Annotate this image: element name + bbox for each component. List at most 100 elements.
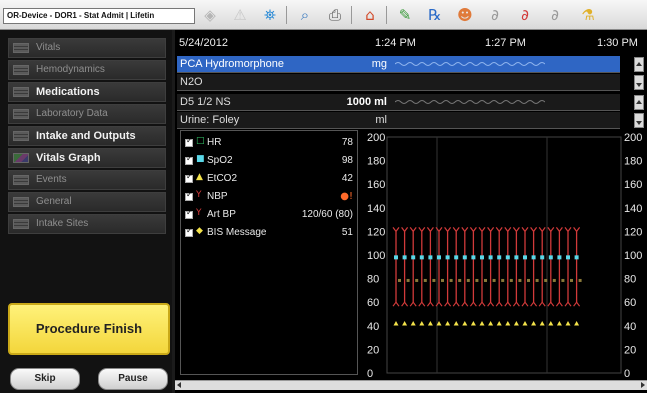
pause-button[interactable]: Pause: [98, 368, 168, 390]
hr-point: [466, 278, 470, 282]
sidebar-item-events[interactable]: Events: [8, 170, 166, 190]
checkbox[interactable]: [185, 190, 193, 201]
spo2-point: [471, 255, 476, 260]
spo2-point: [445, 255, 450, 260]
hr-point: [406, 278, 410, 282]
sidebar-item-vitals-graph[interactable]: Vitals Graph: [8, 148, 166, 168]
hr-point: [441, 278, 444, 282]
scroll-right-icon[interactable]: [641, 382, 645, 388]
pen-icon[interactable]: ✎: [395, 5, 415, 25]
hr-point: [475, 278, 479, 282]
sidebar-item-general[interactable]: General: [8, 192, 166, 212]
med-scroll-down[interactable]: [634, 75, 644, 90]
print-icon[interactable]: ⎙: [325, 5, 345, 25]
y-tick-label-right: 120: [624, 226, 642, 238]
spo2-point: [505, 255, 510, 260]
y-tick-label-right: 160: [624, 179, 642, 191]
list-icon: [13, 109, 29, 119]
sidebar-item-vitals[interactable]: Vitals: [8, 38, 166, 58]
legend-row-spo2[interactable]: ■SpO298: [185, 153, 353, 171]
med-scroll-up[interactable]: [634, 57, 644, 72]
y-tick-label-right: 180: [624, 156, 642, 168]
diamond-icon[interactable]: ◈: [200, 5, 220, 25]
tongue-icon[interactable]: ☻: [455, 5, 475, 25]
search-icon[interactable]: ⌕: [295, 5, 315, 25]
io-scroll-down[interactable]: [634, 113, 644, 128]
y-tick-label-right: 100: [624, 250, 642, 262]
network-icon[interactable]: ⛯: [260, 5, 280, 25]
hr-point: [501, 278, 505, 282]
list-icon: [13, 131, 29, 141]
spo2-point: [557, 255, 562, 260]
lungs-drip-icon[interactable]: ∂: [545, 5, 565, 25]
time-label: 1:27 PM: [485, 37, 526, 49]
list-icon: [13, 87, 29, 97]
warning-icon[interactable]: ⚠: [230, 5, 250, 25]
infusion-wave: [395, 62, 545, 66]
spo2-point: [428, 255, 433, 260]
pills-icon[interactable]: ℞: [425, 5, 445, 25]
spo2-point: [531, 255, 536, 260]
checkbox[interactable]: [185, 154, 193, 165]
lungs-red-icon[interactable]: ∂: [515, 5, 535, 25]
checkbox[interactable]: [185, 226, 193, 237]
y-tick-label-left: 180: [367, 156, 385, 168]
io-scroll-up[interactable]: [634, 95, 644, 110]
y-tick-label-right: 80: [624, 274, 636, 286]
bp-marker-icon: Y: [196, 190, 202, 200]
checkbox[interactable]: [185, 136, 193, 147]
sidebar-item-intake-sites[interactable]: Intake Sites: [8, 214, 166, 234]
toolbar: OR-Device - DOR1 - Stat Admit | Lifetin …: [0, 0, 647, 30]
y-tick-label-right: 40: [624, 321, 636, 333]
hr-point: [527, 278, 530, 282]
triangle-icon: ▲: [196, 172, 203, 182]
hr-point: [484, 278, 487, 282]
y-tick-label-right: 0: [624, 368, 630, 380]
list-icon: [13, 65, 29, 75]
lungs-icon[interactable]: ∂: [485, 5, 505, 25]
y-tick-label-right: 140: [624, 203, 642, 215]
toolbar-separator: [286, 6, 287, 24]
y-tick-label-right: 60: [624, 297, 636, 309]
scroll-left-icon[interactable]: [177, 382, 181, 388]
sidebar-item-laboratory-data[interactable]: Laboratory Data: [8, 104, 166, 124]
spo2-point: [411, 255, 416, 260]
y-tick-label-left: 120: [367, 226, 385, 238]
hr-point: [492, 278, 496, 282]
legend-row-etco2[interactable]: ▲EtCO242: [185, 171, 353, 189]
hr-point: [423, 278, 427, 282]
medication-row[interactable]: N2O: [177, 74, 620, 91]
checkbox[interactable]: [185, 208, 193, 219]
y-tick-label-right: 20: [624, 344, 636, 356]
square-icon: ■: [196, 154, 205, 164]
intake-row[interactable]: D5 1/2 NS 1000 ml: [177, 94, 620, 111]
bp-marker-icon: Y: [196, 208, 202, 218]
hr-point: [544, 278, 548, 282]
medication-row[interactable]: PCA Hydromorphone mg: [177, 56, 620, 73]
spo2-point: [437, 255, 441, 260]
legend-row-nbp[interactable]: YNBP●!: [185, 189, 353, 207]
checkbox[interactable]: [185, 172, 193, 183]
flask-icon[interactable]: ⚗: [578, 5, 598, 25]
legend-row-hr[interactable]: □HR78: [185, 135, 353, 153]
alert-icon: ●!: [340, 191, 353, 202]
legend-row-bis[interactable]: ◆BIS Message51: [185, 225, 353, 243]
list-icon: [13, 197, 29, 207]
sidebar-item-medications[interactable]: Medications: [8, 82, 166, 102]
legend-row-art-bp[interactable]: YArt BP120/60 (80): [185, 207, 353, 225]
sidebar-item-hemodynamics[interactable]: Hemodynamics: [8, 60, 166, 80]
toolbar-separator: [351, 6, 352, 24]
hr-point: [415, 278, 419, 282]
sidebar-item-intake-and-outputs[interactable]: Intake and Outputs: [8, 126, 166, 146]
hr-point: [449, 278, 453, 282]
list-icon: [13, 43, 29, 53]
toolbar-separator: [386, 6, 387, 24]
horizontal-scrollbar[interactable]: [175, 380, 647, 390]
time-label: 1:24 PM: [375, 37, 416, 49]
skip-button[interactable]: Skip: [10, 368, 80, 390]
output-row[interactable]: Urine: Foley ml: [177, 112, 620, 129]
home-icon[interactable]: ⌂: [360, 5, 380, 25]
procedure-finish-button[interactable]: Procedure Finish: [8, 303, 170, 355]
list-icon: [13, 175, 29, 185]
hr-point: [561, 278, 565, 282]
